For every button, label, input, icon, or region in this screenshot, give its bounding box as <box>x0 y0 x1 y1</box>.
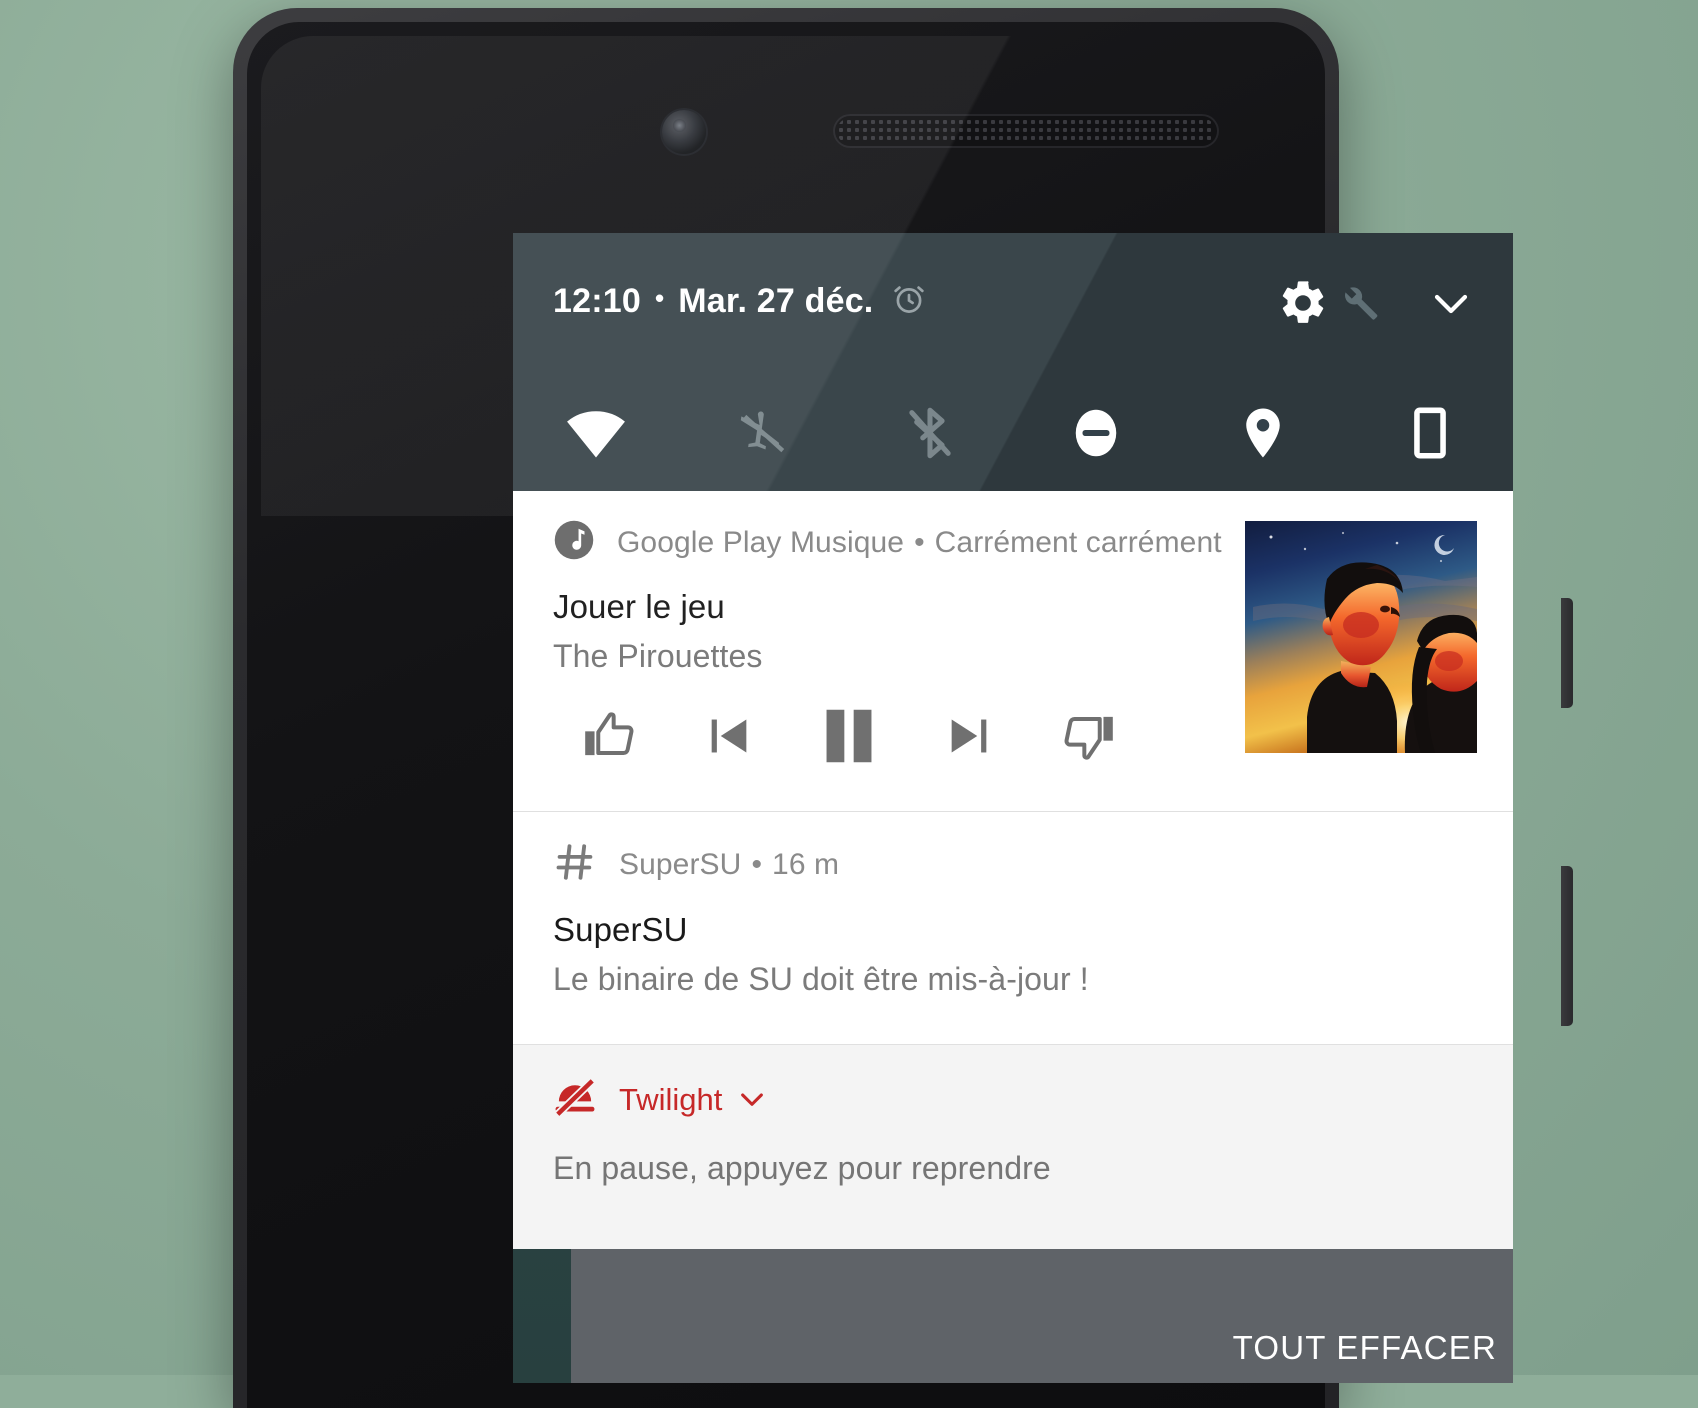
power-button[interactable] <box>1561 598 1573 708</box>
gear-icon[interactable] <box>1277 277 1329 334</box>
qs-tile-cast-device[interactable] <box>1346 404 1513 467</box>
earpiece-speaker-icon <box>833 114 1219 148</box>
notification-header: SuperSU • 16 m <box>553 812 1513 889</box>
notification-header: Twilight <box>553 1045 1513 1124</box>
header-separator: • <box>751 847 763 881</box>
skip-next-icon <box>943 710 995 767</box>
wifi-icon <box>565 402 627 469</box>
status-bar: 12:10 • Mar. 27 déc. <box>553 279 927 324</box>
phone-screen: SEMAINE 7-13 NOV 08/11/2016 TASKS • Incl… <box>513 233 1513 1383</box>
thumb-down-button[interactable] <box>1029 703 1149 773</box>
phone-device: SEMAINE 7-13 NOV 08/11/2016 TASKS • Incl… <box>233 8 1573 1408</box>
pause-icon <box>814 701 884 776</box>
app-name-text: SuperSU <box>619 847 742 881</box>
thumb-down-icon <box>1061 708 1117 769</box>
app-name-text: Google Play Musique <box>617 525 905 559</box>
phone-bezel: SEMAINE 7-13 NOV 08/11/2016 TASKS • Incl… <box>247 22 1513 1408</box>
chevron-down-icon[interactable] <box>1427 279 1475 332</box>
notification-google-play-music[interactable]: Google Play Musique • Carrément carrément … <box>513 491 1513 811</box>
status-separator: • <box>654 283 665 313</box>
notification-shade: 12:10 • Mar. 27 déc. Google Play Musique… <box>513 233 1513 1249</box>
status-time: 12:10 <box>553 282 641 320</box>
qs-tile-wifi[interactable] <box>513 402 680 469</box>
notification-app-name: Twilight <box>619 1081 723 1117</box>
chevron-down-icon[interactable] <box>736 1083 768 1120</box>
notification-text: En pause, appuyez pour reprendre <box>553 1150 1051 1186</box>
notification-app-name: Google Play Musique • Carrément carrément <box>617 526 1222 560</box>
thumb-up-button[interactable] <box>549 703 669 773</box>
status-date: Mar. 27 déc. <box>678 282 874 320</box>
notification-app-name: SuperSU • 16 m <box>619 848 839 882</box>
hash-icon <box>553 840 597 889</box>
pause-button[interactable] <box>789 703 909 773</box>
quick-settings-tiles <box>513 385 1513 485</box>
front-camera-icon <box>662 110 706 154</box>
previous-button[interactable] <box>669 703 789 773</box>
qs-tile-airplane-mode[interactable] <box>680 403 847 468</box>
do-not-disturb-icon <box>1066 403 1126 468</box>
clear-all-button[interactable]: TOUT EFFACER <box>1233 1329 1497 1367</box>
phone-icon <box>1401 404 1459 467</box>
music-note-icon <box>553 519 595 566</box>
notification-time: 16 m <box>772 847 840 881</box>
album-art[interactable] <box>1245 521 1477 753</box>
twilight-off-icon <box>553 1075 597 1124</box>
bluetooth-off-icon <box>901 404 959 467</box>
alarm-clock-icon <box>891 281 927 326</box>
skip-previous-icon <box>703 710 755 767</box>
qs-tile-location[interactable] <box>1180 403 1347 468</box>
quick-settings-panel: 12:10 • Mar. 27 déc. <box>513 233 1513 491</box>
thumb-up-icon <box>581 708 637 769</box>
notification-text: Le binaire de SU doit être mis-à-jour ! <box>553 961 1089 997</box>
header-separator: • <box>914 525 925 559</box>
wrench-icon[interactable] <box>1339 283 1379 328</box>
volume-button[interactable] <box>1561 866 1573 1026</box>
qs-tile-do-not-disturb[interactable] <box>1013 403 1180 468</box>
airplane-off-icon <box>733 403 793 468</box>
notification-twilight[interactable]: Twilight En pause, appuyez pour reprendr… <box>513 1044 1513 1249</box>
next-button[interactable] <box>909 703 1029 773</box>
notification-supersu[interactable]: SuperSU • 16 m SuperSU Le binaire de SU do… <box>513 811 1513 1044</box>
app-subtext: Carrément carrément <box>934 525 1222 559</box>
qs-tile-bluetooth[interactable] <box>846 404 1013 467</box>
quick-settings-actions <box>1277 277 1475 334</box>
media-controls <box>549 703 1149 773</box>
notification-title: SuperSU <box>553 911 688 948</box>
location-pin-icon <box>1233 403 1293 468</box>
